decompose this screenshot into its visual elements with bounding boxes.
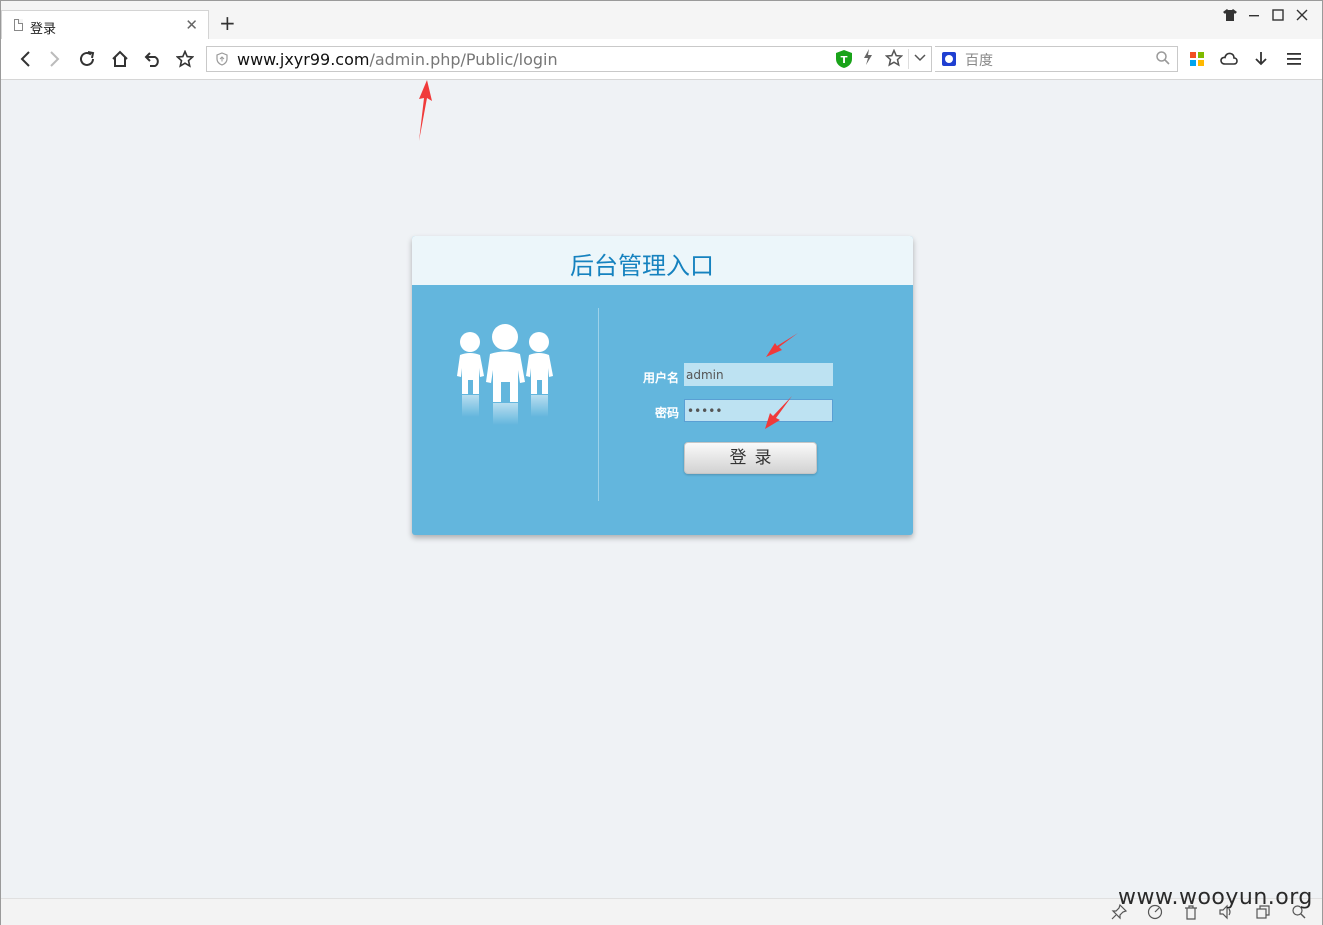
window-close-icon[interactable] — [1290, 5, 1314, 29]
tab-strip: 登录 ✕ + — [1, 1, 1322, 40]
tab-login[interactable]: 登录 ✕ — [1, 10, 209, 40]
url-text[interactable]: www.jxyr99.com/admin.php/Public/login — [237, 50, 558, 69]
annotation-arrow-password — [765, 396, 792, 429]
green-shield-icon[interactable]: T — [833, 49, 855, 69]
cloud-icon[interactable] — [1217, 47, 1241, 71]
svg-text:T: T — [841, 55, 848, 66]
username-label: 用户名 — [642, 371, 679, 385]
navigation-bar: www.jxyr99.com/admin.php/Public/login T … — [1, 39, 1322, 80]
home-icon[interactable] — [108, 47, 132, 71]
apps-grid-icon[interactable] — [1185, 47, 1209, 71]
search-icon[interactable] — [1155, 50, 1171, 66]
panel-divider — [598, 308, 599, 501]
page-content: 后台管理入口 用户名 admin 密码 ••••• 登录 — [1, 80, 1322, 897]
watermark-text: www.wooyun.org — [1118, 885, 1313, 910]
url-dropdown-chevron-icon[interactable] — [908, 49, 931, 69]
undo-icon[interactable] — [141, 47, 165, 71]
annotation-arrow-username — [766, 333, 798, 357]
lightning-icon[interactable] — [857, 49, 879, 69]
url-path: /admin.php/Public/login — [369, 50, 558, 69]
bookmark-star-icon[interactable] — [883, 48, 905, 69]
new-tab-button[interactable]: + — [219, 12, 236, 34]
skin-icon[interactable] — [1218, 5, 1242, 29]
login-title: 后台管理入口 — [570, 252, 714, 280]
annotation-arrow-url — [419, 80, 432, 141]
address-bar[interactable]: www.jxyr99.com/admin.php/Public/login T — [206, 46, 932, 72]
favorite-star-icon[interactable] — [173, 47, 197, 71]
reload-icon[interactable] — [75, 47, 99, 71]
tab-title: 登录 — [30, 22, 57, 37]
search-placeholder: 百度 — [965, 53, 993, 69]
page-icon — [14, 19, 23, 31]
username-input[interactable] — [684, 363, 833, 386]
login-button[interactable]: 登录 — [684, 442, 817, 474]
back-icon[interactable] — [14, 47, 38, 71]
password-label: 密码 — [654, 406, 679, 420]
login-panel: 后台管理入口 用户名 admin 密码 ••••• 登录 — [412, 236, 913, 535]
maximize-icon[interactable] — [1266, 5, 1290, 29]
forward-icon[interactable] — [42, 47, 66, 71]
security-shield-icon — [216, 52, 228, 66]
url-host: www.jxyr99.com — [237, 50, 370, 69]
minimize-icon[interactable] — [1242, 5, 1266, 29]
download-icon[interactable] — [1249, 47, 1273, 71]
users-group-icon — [457, 324, 553, 425]
baidu-paw-icon[interactable] — [942, 52, 956, 66]
password-input[interactable] — [684, 399, 833, 422]
menu-icon[interactable] — [1282, 47, 1306, 71]
search-box[interactable]: 百度 — [935, 46, 1178, 72]
login-header: 后台管理入口 — [412, 236, 913, 285]
close-icon[interactable]: ✕ — [185, 16, 198, 34]
browser-window: 登录 ✕ + www.jxyr99.com/admin.php/Public/l… — [0, 0, 1323, 925]
